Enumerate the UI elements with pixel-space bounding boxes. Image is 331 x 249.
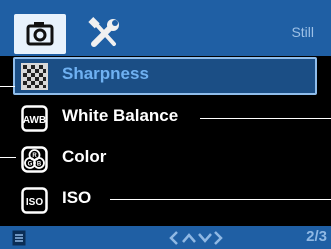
menu-item-color[interactable]: R G B Color <box>0 140 331 178</box>
svg-text:R: R <box>32 153 37 159</box>
connector-line <box>200 118 331 119</box>
svg-text:G: G <box>28 162 33 168</box>
color-rgb-icon: R G B <box>21 146 48 173</box>
menu-item-label: Sharpness <box>62 64 149 83</box>
connector-line <box>0 157 16 158</box>
page-indicator: 2/3 <box>306 228 327 245</box>
svg-text:B: B <box>37 162 42 168</box>
menu-item-label: ISO <box>62 188 92 207</box>
selection-highlight <box>13 57 317 95</box>
menu-item-label: White Balance <box>62 106 179 125</box>
iso-icon: ISO <box>21 187 48 214</box>
bottom-status-bar: 2/3 <box>0 226 331 249</box>
camera-tab[interactable] <box>14 14 66 54</box>
document-icon[interactable] <box>12 230 26 246</box>
camera-menu-screen: Still Sharpness AWB White Balance R G B … <box>0 0 331 249</box>
menu-item-sharpness[interactable]: Sharpness <box>0 57 331 95</box>
svg-text:ISO: ISO <box>26 197 43 208</box>
connector-line <box>0 86 15 87</box>
tools-icon <box>88 17 119 47</box>
top-tab-bar: Still <box>0 0 331 56</box>
nav-arrows-icon[interactable] <box>169 230 223 246</box>
menu-item-iso[interactable]: ISO ISO <box>0 181 331 219</box>
awb-icon: AWB <box>21 105 48 132</box>
settings-tab[interactable] <box>84 14 124 54</box>
menu-item-label: Color <box>62 147 107 166</box>
connector-line <box>110 199 331 200</box>
mode-label: Still <box>291 24 314 40</box>
svg-text:AWB: AWB <box>23 115 46 126</box>
sharpness-icon <box>21 63 48 90</box>
camera-icon <box>26 22 54 46</box>
